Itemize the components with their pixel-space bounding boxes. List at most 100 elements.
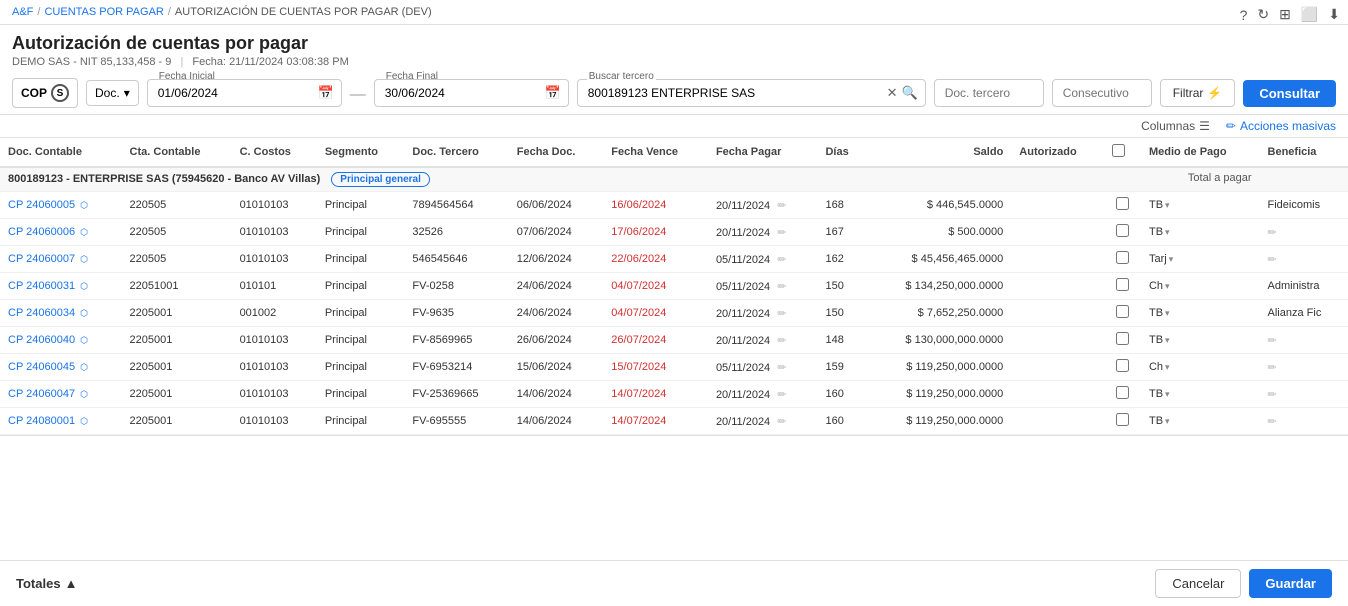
fecha-inicial-input[interactable]: 01/06/2024 — [147, 79, 342, 107]
fecha-pagar-edit-icon[interactable]: ✏ — [777, 227, 786, 239]
beneficia-edit-icon[interactable]: ✏ — [1268, 362, 1277, 374]
breadcrumb-home[interactable]: A&F — [12, 6, 33, 18]
row-checkbox[interactable] — [1116, 197, 1129, 210]
save-button[interactable]: Guardar — [1249, 569, 1332, 598]
cell-fecha-pagar: 20/11/2024 ✏ — [708, 192, 818, 219]
fecha-final-input[interactable]: 30/06/2024 — [374, 79, 569, 107]
beneficia-edit-icon[interactable]: ✏ — [1268, 335, 1277, 347]
footer-actions: Cancelar Guardar — [1155, 569, 1332, 598]
cell-autorizado — [1011, 327, 1104, 354]
col-medio-pago: Medio de Pago — [1141, 138, 1260, 167]
cancel-button[interactable]: Cancelar — [1155, 569, 1241, 598]
doc-link[interactable]: CP 24060006 — [8, 226, 75, 238]
main-table-container: Doc. Contable Cta. Contable C. Costos Se… — [0, 138, 1348, 436]
beneficia-edit-icon[interactable]: ✏ — [1268, 227, 1277, 239]
medio-pago-selector[interactable]: Tarj ▾ — [1149, 253, 1173, 265]
cell-c-costos: 01010103 — [232, 192, 317, 219]
fecha-pagar-edit-icon[interactable]: ✏ — [777, 416, 786, 428]
doc-link[interactable]: CP 24080001 — [8, 415, 75, 427]
cell-beneficia: ✏ — [1260, 408, 1348, 435]
fecha-pagar-edit-icon[interactable]: ✏ — [777, 389, 786, 401]
fecha-pagar-edit-icon[interactable]: ✏ — [777, 308, 786, 320]
external-link-icon: ⬡ — [80, 200, 88, 210]
row-checkbox[interactable] — [1116, 413, 1129, 426]
doc-link[interactable]: CP 24060047 — [8, 388, 75, 400]
fecha-inicial-calendar-icon[interactable]: 📅 — [318, 85, 334, 101]
columns-button[interactable]: Columnas ☰ — [1141, 119, 1210, 133]
cell-segmento: Principal — [317, 354, 405, 381]
row-checkbox[interactable] — [1116, 278, 1129, 291]
date-range-separator: — — [350, 86, 366, 104]
beneficia-edit-icon[interactable]: ✏ — [1268, 416, 1277, 428]
row-checkbox[interactable] — [1116, 359, 1129, 372]
cell-dias: 168 — [817, 192, 867, 219]
beneficia-edit-icon[interactable]: ✏ — [1268, 254, 1277, 266]
fecha-pagar-edit-icon[interactable]: ✏ — [777, 281, 786, 293]
fecha-pagar-edit-icon[interactable]: ✏ — [777, 200, 786, 212]
search-tercero-icon[interactable]: 🔍 — [902, 85, 918, 101]
acciones-masivas-button[interactable]: ✏ Acciones masivas — [1226, 119, 1336, 133]
window-icon[interactable]: ⬜ — [1301, 6, 1318, 23]
consultar-button[interactable]: Consultar — [1243, 80, 1336, 107]
doc-link[interactable]: CP 24060007 — [8, 253, 75, 265]
fecha-pagar-edit-icon[interactable]: ✏ — [777, 254, 786, 266]
cell-segmento: Principal — [317, 219, 405, 246]
select-all-checkbox[interactable] — [1112, 144, 1125, 157]
row-checkbox[interactable] — [1116, 224, 1129, 237]
medio-pago-selector[interactable]: TB ▾ — [1149, 307, 1170, 319]
clear-tercero-icon[interactable]: ✕ — [887, 85, 898, 101]
breadcrumb-level1[interactable]: CUENTAS POR PAGAR — [44, 6, 163, 18]
row-checkbox[interactable] — [1116, 386, 1129, 399]
doc-link[interactable]: CP 24060045 — [8, 361, 75, 373]
cell-segmento: Principal — [317, 246, 405, 273]
cell-doc-tercero: FV-25369665 — [404, 381, 508, 408]
medio-pago-arrow-icon: ▾ — [1165, 389, 1170, 400]
medio-pago-selector[interactable]: Ch ▾ — [1149, 280, 1170, 292]
consecutivo-input[interactable] — [1052, 79, 1152, 107]
medio-pago-selector[interactable]: TB ▾ — [1149, 415, 1170, 427]
doc-link[interactable]: CP 24060034 — [8, 307, 75, 319]
medio-pago-selector[interactable]: Ch ▾ — [1149, 361, 1170, 373]
columns-icon: ☰ — [1199, 119, 1210, 133]
cell-checkbox — [1104, 219, 1141, 246]
cell-autorizado — [1011, 300, 1104, 327]
layout-icon[interactable]: ⊞ — [1279, 6, 1291, 23]
medio-pago-selector[interactable]: TB ▾ — [1149, 199, 1170, 211]
row-checkbox[interactable] — [1116, 305, 1129, 318]
medio-pago-selector[interactable]: TB ▾ — [1149, 388, 1170, 400]
doc-tercero-input[interactable] — [934, 79, 1044, 107]
doc-link[interactable]: CP 24060031 — [8, 280, 75, 292]
cell-fecha-doc: 14/06/2024 — [509, 408, 604, 435]
row-checkbox[interactable] — [1116, 251, 1129, 264]
buscar-tercero-input[interactable] — [577, 79, 926, 107]
doc-link[interactable]: CP 24060040 — [8, 334, 75, 346]
fecha-pagar-edit-icon[interactable]: ✏ — [777, 335, 786, 347]
cell-doc-tercero: 546545646 — [404, 246, 508, 273]
columns-label: Columnas — [1141, 119, 1195, 133]
cell-fecha-vence: 15/07/2024 — [603, 354, 708, 381]
cell-doc-contable: CP 24060047 ⬡ — [0, 381, 122, 408]
cell-fecha-vence: 26/07/2024 — [603, 327, 708, 354]
download-icon[interactable]: ⬇ — [1328, 6, 1340, 23]
cell-fecha-vence: 16/06/2024 — [603, 192, 708, 219]
cell-saldo: $ 7,652,250.0000 — [867, 300, 1011, 327]
question-icon[interactable]: ? — [1240, 7, 1248, 23]
fecha-pagar-edit-icon[interactable]: ✏ — [777, 362, 786, 374]
medio-pago-arrow-icon: ▾ — [1165, 335, 1170, 346]
row-checkbox[interactable] — [1116, 332, 1129, 345]
cell-fecha-vence: 04/07/2024 — [603, 300, 708, 327]
doc-link[interactable]: CP 24060005 — [8, 199, 75, 211]
refresh-icon[interactable]: ↻ — [1257, 6, 1269, 23]
totales-button[interactable]: Totales ▲ — [16, 576, 77, 591]
top-icon-bar: ? ↻ ⊞ ⬜ ⬇ — [1240, 6, 1340, 23]
cell-saldo: $ 119,250,000.0000 — [867, 408, 1011, 435]
medio-pago-selector[interactable]: TB ▾ — [1149, 226, 1170, 238]
doc-type-selector[interactable]: Doc. ▾ — [86, 80, 139, 106]
fecha-final-calendar-icon[interactable]: 📅 — [545, 85, 561, 101]
currency-button[interactable]: COP S — [12, 78, 78, 108]
beneficia-edit-icon[interactable]: ✏ — [1268, 389, 1277, 401]
cell-saldo: $ 119,250,000.0000 — [867, 354, 1011, 381]
filtrar-button[interactable]: Filtrar ⚡ — [1160, 79, 1236, 107]
cell-c-costos: 01010103 — [232, 381, 317, 408]
medio-pago-selector[interactable]: TB ▾ — [1149, 334, 1170, 346]
